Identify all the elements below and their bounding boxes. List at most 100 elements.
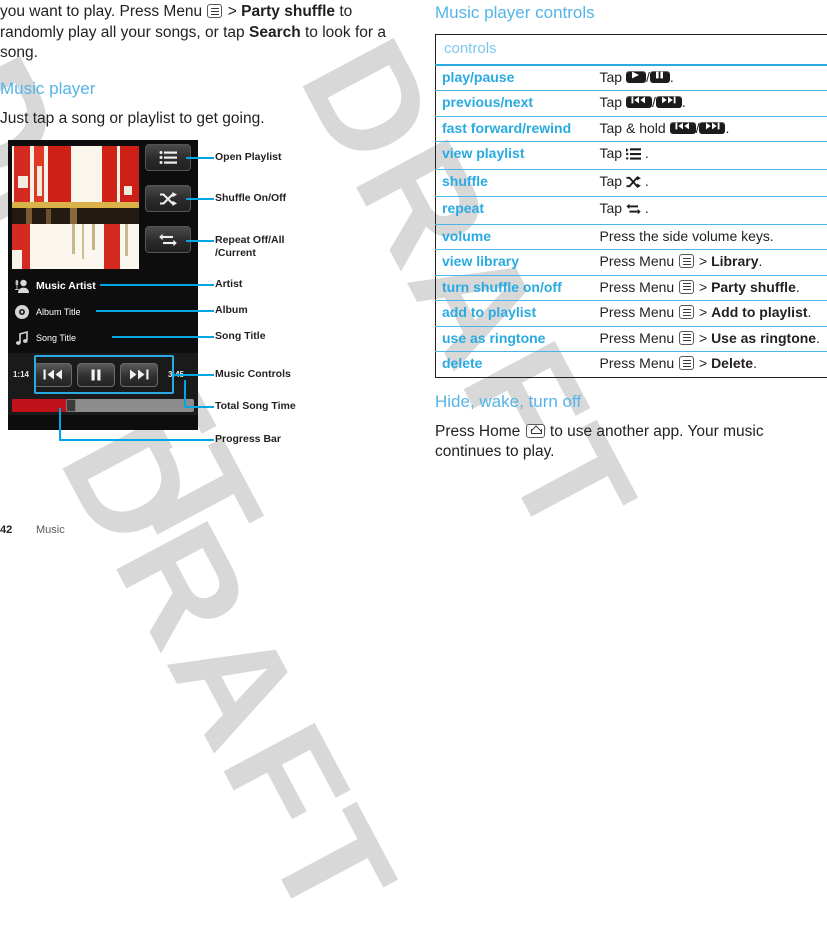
value-mid: > (695, 330, 711, 346)
left-column: you want to play. Press Menu > Party shu… (0, 0, 392, 129)
music-player-paragraph: Just tap a song or playlist to get going… (0, 109, 392, 130)
section-heading-music-player-controls: Music player controls (435, 2, 827, 24)
value-bold: Party shuffle (711, 279, 796, 295)
value-pre: Press Menu (600, 355, 679, 371)
shuffle-icon (626, 175, 641, 193)
artist-name: Music Artist (36, 280, 96, 292)
album-name: Album Title (36, 307, 81, 317)
table-row-add-to-playlist: add to playlist Press Menu > Add to play… (436, 301, 827, 327)
callout-song-title: Song Title (215, 330, 266, 343)
callout-artist: Artist (215, 278, 242, 291)
previous-icon (626, 96, 652, 108)
album-artwork (12, 146, 139, 269)
table-header-row: controls (436, 35, 827, 65)
value-mid: > (695, 355, 711, 371)
home-key-icon (526, 424, 545, 438)
open-playlist-button[interactable] (145, 144, 191, 171)
intro-paragraph: you want to play. Press Menu > Party shu… (0, 2, 392, 64)
table-row-fast-forward-rewind: fast forward/rewind Tap & hold /. (436, 116, 827, 142)
callout-music-controls: Music Controls (215, 368, 291, 381)
row-value: Tap . (594, 197, 827, 225)
progress-handle[interactable] (66, 399, 76, 412)
row-key: delete (436, 352, 594, 378)
leader-album (96, 310, 214, 312)
value-post: . (725, 120, 729, 136)
row-value: Press Menu > Party shuffle. (594, 275, 827, 301)
value-post: . (808, 304, 812, 320)
leader-song-title (112, 336, 214, 338)
value-post: . (796, 279, 800, 295)
value-post: . (682, 94, 686, 110)
album-row: Album Title (14, 304, 81, 320)
row-key: turn shuffle on/off (436, 275, 594, 301)
hide-wake-paragraph: Press Home to use another app. Your musi… (435, 422, 827, 463)
row-key: play/pause (436, 65, 594, 91)
value-pre: Press Menu (600, 304, 679, 320)
music-player-figure: Music Artist Album Title Song Title (0, 140, 430, 460)
menu-key-icon (207, 4, 222, 18)
leader-shuffle (186, 198, 214, 200)
value-pre: Press Menu (600, 253, 679, 269)
value-pre: Tap (600, 200, 626, 216)
value-mid: > (695, 304, 711, 320)
value-post: . (641, 173, 649, 189)
value-post: . (759, 253, 763, 269)
next-icon (699, 122, 725, 134)
menu-key-icon (679, 356, 694, 370)
leader-open-playlist (186, 157, 214, 159)
next-icon (656, 96, 682, 108)
menu-key-icon (679, 331, 694, 345)
intro-bold-party-shuffle: Party shuffle (241, 3, 335, 20)
music-controls-highlight (34, 355, 174, 394)
row-value: Tap /. (594, 91, 827, 117)
table-row-repeat: repeat Tap . (436, 197, 827, 225)
value-pre: Press Menu (600, 330, 679, 346)
value-pre: Tap (600, 94, 626, 110)
song-icon (14, 330, 30, 346)
callout-open-playlist: Open Playlist (215, 151, 282, 164)
callout-album: Album (215, 304, 248, 317)
leader-total-time-h (185, 406, 214, 408)
menu-key-icon (679, 254, 694, 268)
artist-icon (14, 278, 30, 294)
row-key: previous/next (436, 91, 594, 117)
leader-total-time-v (184, 380, 186, 407)
right-column: Music player controls controls play/paus… (435, 0, 827, 463)
section-heading-music-player: Music player (0, 78, 392, 100)
repeat-button[interactable] (145, 226, 191, 253)
playlist-icon (626, 147, 641, 165)
table-row-turn-shuffle-on-off: turn shuffle on/off Press Menu > Party s… (436, 275, 827, 301)
value-bold: Use as ringtone (711, 330, 816, 346)
row-value: Press the side volume keys. (594, 224, 827, 250)
play-icon (626, 71, 646, 83)
value-mid: > (695, 253, 711, 269)
song-row: Song Title (14, 330, 76, 346)
footer-chapter-name: Music (36, 524, 65, 536)
shuffle-button[interactable] (145, 185, 191, 212)
repeat-icon (626, 202, 641, 220)
row-value: Press Menu > Delete. (594, 352, 827, 378)
row-value: Press Menu > Add to playlist. (594, 301, 827, 327)
leader-artist (100, 284, 214, 286)
progress-bar[interactable] (12, 399, 194, 412)
callout-total-song-time: Total Song Time (215, 400, 296, 413)
progress-bar-area (8, 396, 198, 415)
leader-music-controls (174, 374, 214, 376)
song-name: Song Title (36, 333, 76, 343)
leader-progress-h (59, 439, 214, 441)
callout-progress-bar: Progress Bar (215, 433, 281, 446)
row-key: view library (436, 250, 594, 276)
value-post: . (670, 69, 674, 85)
leader-repeat (186, 240, 214, 242)
intro-text-part2: > (223, 3, 241, 20)
row-value: Tap . (594, 142, 827, 170)
row-key: volume (436, 224, 594, 250)
album-icon (14, 304, 30, 320)
table-row-play-pause: play/pause Tap /. (436, 65, 827, 91)
pause-icon (650, 71, 670, 83)
callout-repeat-line1: Repeat Off/All (215, 234, 284, 246)
value-post: . (641, 200, 649, 216)
leader-progress-v (59, 408, 61, 440)
previous-icon (670, 122, 696, 134)
elapsed-time: 1:14 (8, 370, 34, 379)
